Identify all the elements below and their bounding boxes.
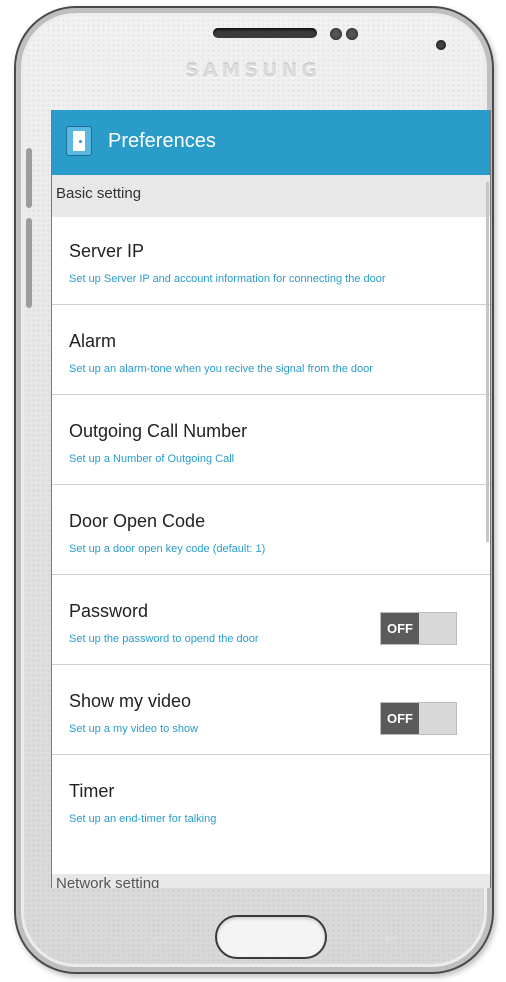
password-toggle[interactable]: OFF <box>380 612 457 645</box>
pref-subtitle: Set up a Number of Outgoing Call <box>69 453 235 465</box>
front-camera <box>436 40 446 50</box>
show-video-toggle[interactable]: OFF <box>380 702 457 735</box>
app-bar: Preferences <box>52 110 490 175</box>
pref-title: Timer <box>69 781 115 801</box>
scrollbar[interactable] <box>486 182 489 542</box>
pref-item-door-open-code[interactable]: Door Open Code Set up a door open key co… <box>52 487 490 575</box>
pref-item-timer[interactable]: Timer Set up an end-timer for talking <box>52 757 490 875</box>
pref-title: Show my video <box>69 691 192 711</box>
pref-subtitle: Set up the password to opend the door <box>69 633 259 645</box>
pref-title: Password <box>69 601 149 621</box>
back-arrow-icon[interactable]: ↩ <box>384 929 397 949</box>
menu-icon[interactable]: ▭ <box>152 929 167 949</box>
pref-item-outgoing-call-number[interactable]: Outgoing Call Number Set up a Number of … <box>52 397 490 485</box>
screen: Preferences Basic setting Server IP Set … <box>51 110 491 888</box>
earpiece-speaker <box>213 28 317 38</box>
toggle-state: OFF <box>381 703 419 734</box>
door-icon[interactable] <box>66 126 92 156</box>
section-header-network: Network setting <box>52 874 490 888</box>
toggle-state: OFF <box>381 613 419 644</box>
home-button[interactable] <box>215 915 327 959</box>
page-title: Preferences <box>108 130 216 152</box>
pref-subtitle: Set up Server IP and account information… <box>69 273 386 285</box>
pref-item-alarm[interactable]: Alarm Set up an alarm-tone when you reci… <box>52 307 490 395</box>
pref-title: Server IP <box>69 241 145 261</box>
pref-item-show-my-video[interactable]: Show my video Set up a my video to show … <box>52 667 490 755</box>
light-sensor <box>346 28 358 40</box>
volume-key <box>26 148 32 208</box>
pref-title: Door Open Code <box>69 511 206 531</box>
pref-subtitle: Set up an end-timer for talking <box>69 813 217 825</box>
section-header-basic: Basic setting <box>52 175 490 217</box>
pref-subtitle: Set up a door open key code (default: 1) <box>69 543 266 555</box>
pref-title: Alarm <box>69 331 117 351</box>
pref-title: Outgoing Call Number <box>69 421 248 441</box>
proximity-sensor <box>330 28 342 40</box>
brand-logo: SAMSUNG <box>185 60 321 82</box>
pref-subtitle: Set up an alarm-tone when you recive the… <box>69 363 373 375</box>
pref-item-password[interactable]: Password Set up the password to opend th… <box>52 577 490 665</box>
side-key <box>26 218 32 308</box>
pref-item-server-ip[interactable]: Server IP Set up Server IP and account i… <box>52 217 490 305</box>
pref-subtitle: Set up a my video to show <box>69 723 199 735</box>
